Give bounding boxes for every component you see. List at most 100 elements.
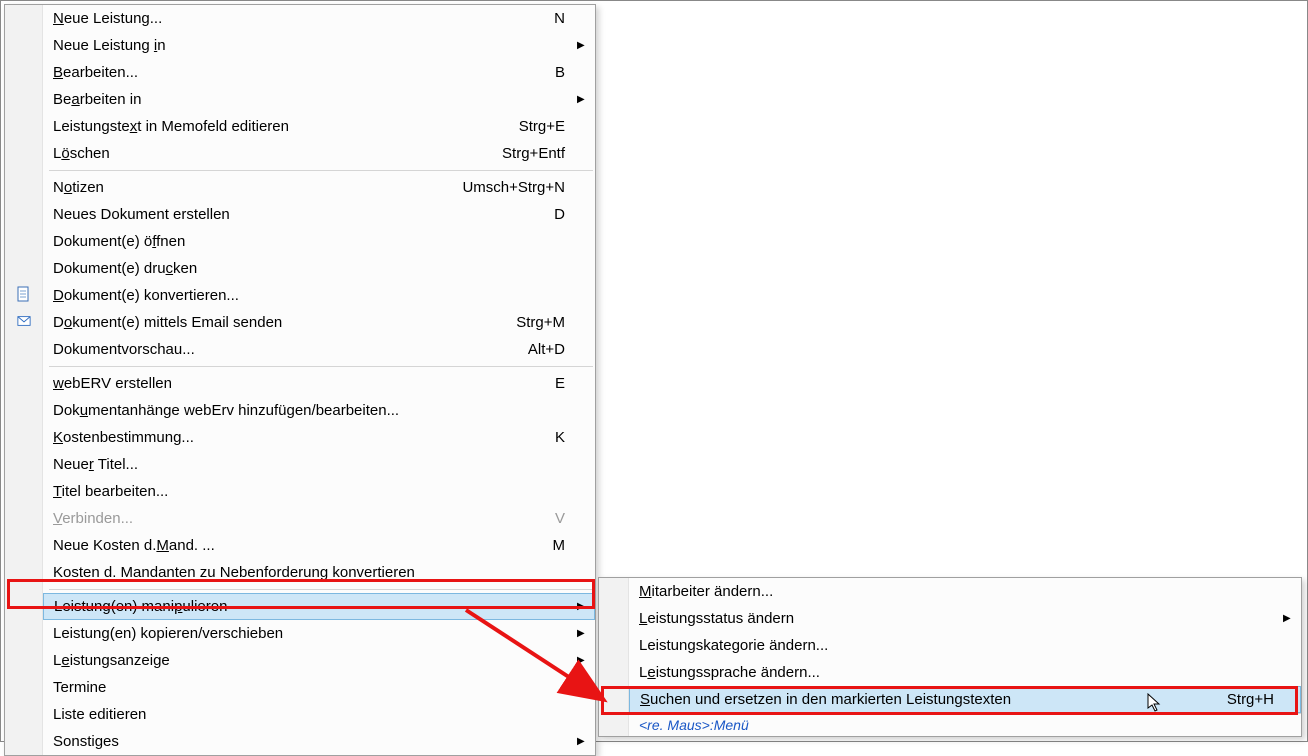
menu-item-label: Mitarbeiter ändern... (639, 583, 773, 600)
menu-item[interactable]: Mitarbeiter ändern... (599, 578, 1301, 605)
menu-icon-slot (5, 113, 43, 140)
menu-item-shortcut: D (554, 201, 595, 228)
menu-icon-slot (5, 674, 43, 701)
menu-item-label: Titel bearbeiten... (53, 483, 168, 500)
menu-item[interactable]: Kosten d. Mandanten zu Nebenforderung ko… (5, 559, 595, 586)
menu-item-label: Bearbeiten... (53, 64, 138, 81)
menu-icon-slot (5, 309, 43, 336)
menu-item[interactable]: Verbinden...V (5, 505, 595, 532)
menu-item[interactable]: Leistungsanzeige ▶ (5, 647, 595, 674)
menu-item[interactable]: Dokument(e) drucken (5, 255, 595, 282)
menu-icon-slot (5, 478, 43, 505)
menu-item-label: Leistung(en) manipulieren (54, 598, 227, 615)
menu-item[interactable]: Neues Dokument erstellen D (5, 201, 595, 228)
menu-icon-slot (5, 559, 43, 586)
menu-item[interactable]: Leistungstext in Memofeld editieren Strg+… (5, 113, 595, 140)
submenu-arrow-icon: ▶ (577, 647, 595, 674)
menu-item[interactable]: Liste editieren (5, 701, 595, 728)
menu-item[interactable]: Dokumentanhänge webErv hinzufügen/bearbe… (5, 397, 595, 424)
menu-item-shortcut: E (555, 370, 595, 397)
menu-item-label: Dokument(e) mittels Email senden (53, 314, 282, 331)
menu-item-label: Dokument(e) öffnen (53, 233, 185, 250)
menu-item-label: Liste editieren (53, 706, 146, 723)
menu-item-label: Neue Leistung... (53, 10, 162, 27)
menu-icon-slot (5, 174, 43, 201)
menu-item-label: Leistungstext in Memofeld editieren (53, 118, 289, 135)
menu-item-label: Suchen und ersetzen in den markierten Le… (640, 691, 1011, 708)
menu-icon-slot (5, 532, 43, 559)
menu-item-label: Leistungsanzeige (53, 652, 170, 669)
menu-item[interactable]: Leistungssprache ändern... (599, 659, 1301, 686)
menu-separator (5, 363, 595, 370)
menu-icon-slot (5, 620, 43, 647)
context-menu-main: Neue Leistung...NNeue Leistung in▶Bearbe… (4, 4, 596, 756)
menu-item-shortcut: Umsch+Strg+N (462, 174, 595, 201)
menu-item-shortcut: Strg+E (519, 113, 595, 140)
menu-icon-slot (599, 605, 629, 632)
menu-footer-text: <re. Maus>:Menü (629, 713, 1301, 736)
menu-item[interactable]: Neue Kosten d.Mand. ...M (5, 532, 595, 559)
menu-icon-slot (5, 140, 43, 167)
menu-item-label: Leistung(en) kopieren/verschieben (53, 625, 283, 642)
context-menu-sub: Mitarbeiter ändern... Leistungsstatus änd… (598, 577, 1302, 737)
menu-separator (5, 586, 595, 593)
menu-item-label: Bearbeiten in (53, 91, 141, 108)
menu-icon-slot (5, 370, 43, 397)
menu-item[interactable]: Neue Leistung in▶ (5, 32, 595, 59)
submenu-arrow-icon: ▶ (1283, 605, 1301, 632)
menu-icon-slot (5, 282, 43, 309)
menu-item[interactable]: Leistung(en) manipulieren ▶ (5, 593, 595, 620)
menu-icon-slot (5, 201, 43, 228)
menu-item[interactable]: Dokument(e) mittels Email senden Strg+M (5, 309, 595, 336)
menu-icon-slot (5, 451, 43, 478)
menu-item-shortcut: N (554, 5, 595, 32)
menu-item[interactable]: Neuer Titel... (5, 451, 595, 478)
menu-icon-slot (5, 505, 43, 532)
menu-item-label: Leistungssprache ändern... (639, 664, 820, 681)
menu-icon-slot (5, 647, 43, 674)
menu-icon-slot (5, 593, 43, 620)
menu-icon-slot (5, 86, 43, 113)
menu-item[interactable]: Dokument(e) konvertieren... (5, 282, 595, 309)
menu-item[interactable]: Leistungskategorie ändern... (599, 632, 1301, 659)
menu-item[interactable]: Bearbeiten in ▶ (5, 86, 595, 113)
menu-item[interactable]: Titel bearbeiten... (5, 478, 595, 505)
menu-item-shortcut: Strg+H (1227, 686, 1301, 713)
menu-item-shortcut: Alt+D (528, 336, 595, 363)
submenu-arrow-icon: ▶ (577, 32, 595, 59)
menu-item-label: Dokumentvorschau... (53, 341, 195, 358)
menu-item[interactable]: Dokument(e) öffnen (5, 228, 595, 255)
menu-item-label: webERV erstellen (53, 375, 172, 392)
menu-item-label: Dokument(e) drucken (53, 260, 197, 277)
menu-item[interactable]: Neue Leistung... N (5, 5, 595, 32)
menu-item-shortcut: M (553, 532, 596, 559)
menu-item[interactable]: Leistung(en) kopieren/verschieben▶ (5, 620, 595, 647)
menu-item[interactable]: NotizenUmsch+Strg+N (5, 174, 595, 201)
menu-item-shortcut: B (555, 59, 595, 86)
submenu-arrow-icon: ▶ (577, 86, 595, 113)
menu-item-shortcut: Strg+M (516, 309, 595, 336)
menu-item[interactable]: Dokumentvorschau... Alt+D (5, 336, 595, 363)
menu-item[interactable]: Termine▶ (5, 674, 595, 701)
menu-item-label: Löschen (53, 145, 110, 162)
menu-item[interactable]: Leistungsstatus ändern▶ (599, 605, 1301, 632)
menu-item[interactable]: Kostenbestimmung...K (5, 424, 595, 451)
menu-item[interactable]: LöschenStrg+Entf (5, 140, 595, 167)
menu-icon-slot (5, 5, 43, 32)
menu-item-label: Kosten d. Mandanten zu Nebenforderung ko… (53, 564, 415, 581)
submenu-arrow-icon: ▶ (577, 593, 595, 620)
menu-item[interactable]: Bearbeiten... B (5, 59, 595, 86)
menu-item-label: Neues Dokument erstellen (53, 206, 230, 223)
menu-item-label: Leistungskategorie ändern... (639, 637, 828, 654)
menu-icon-slot (5, 424, 43, 451)
menu-item[interactable]: Suchen und ersetzen in den markierten Le… (599, 686, 1301, 713)
menu-item[interactable]: webERV erstellen E (5, 370, 595, 397)
menu-icon-slot (5, 32, 43, 59)
menu-item-shortcut: V (555, 505, 595, 532)
menu-icon-slot (599, 686, 629, 713)
menu-icon-slot (5, 701, 43, 728)
menu-item-shortcut: K (555, 424, 595, 451)
menu-icon-slot (599, 632, 629, 659)
menu-icon-slot (5, 59, 43, 86)
mail-icon (17, 313, 31, 333)
